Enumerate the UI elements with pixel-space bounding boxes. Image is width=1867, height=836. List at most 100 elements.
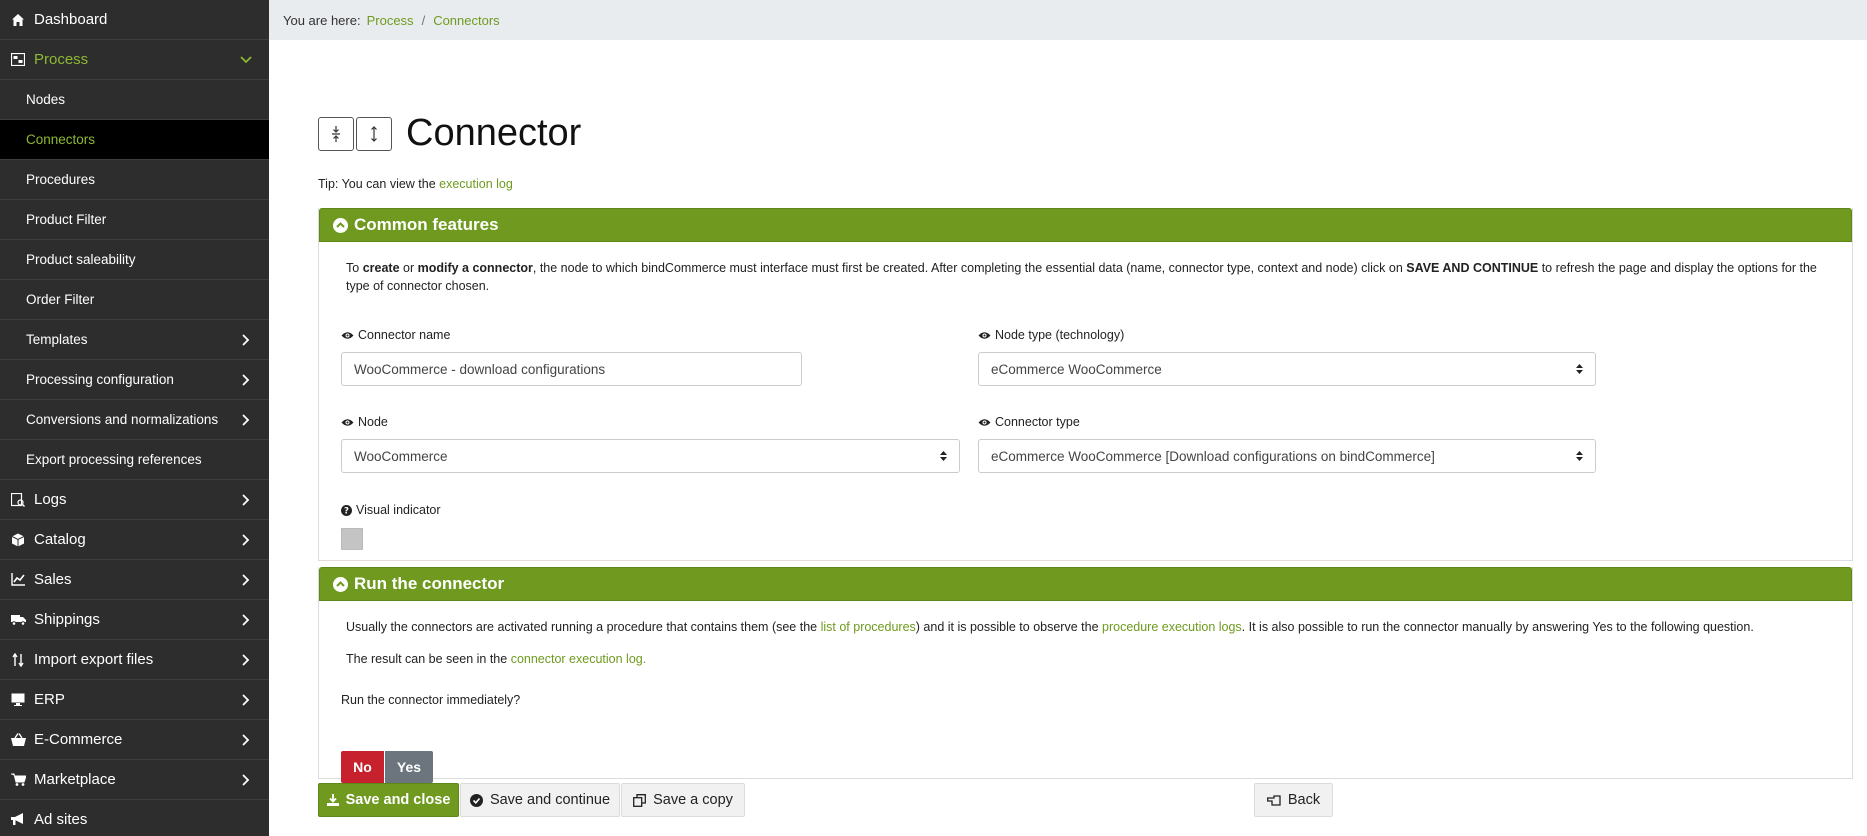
tip-prefix: Tip: You can view the [318, 177, 436, 191]
sidebar-item-product-filter[interactable]: Product Filter [0, 200, 269, 240]
question-circle-icon: ? [341, 504, 352, 516]
sidebar-item-process[interactable]: Process [0, 40, 269, 80]
sidebar-item-logs[interactable]: Logs [0, 480, 269, 520]
sidebar-item-sales[interactable]: Sales [0, 560, 269, 600]
execution-log-link[interactable]: execution log [439, 177, 513, 191]
sidebar-item-templates[interactable]: Templates [0, 320, 269, 360]
sidebar-item-product-saleability[interactable]: Product saleability [0, 240, 269, 280]
home-icon [10, 13, 26, 27]
chevron-right-icon [239, 613, 253, 626]
info-text: . It is also possible to run the connect… [1241, 620, 1754, 634]
info-text: ) and it is possible to observe the [915, 620, 1102, 634]
sidebar-item-connectors[interactable]: Connectors [0, 120, 269, 160]
sidebar-item-dashboard[interactable]: Dashboard [0, 0, 269, 40]
sidebar-item-label: Shippings [34, 611, 100, 628]
visual-indicator-swatch[interactable] [341, 528, 363, 550]
svg-text:?: ? [344, 506, 349, 515]
select-arrows-icon [940, 450, 947, 462]
expand-all-button[interactable] [356, 116, 392, 151]
tip-text: Tip: You can view the execution log [318, 177, 513, 191]
chevron-right-icon [239, 373, 253, 386]
sidebar-item-label: Ad sites [34, 811, 88, 828]
megaphone-icon [10, 813, 26, 826]
connector-execution-log-link[interactable]: connector execution log. [511, 652, 647, 666]
download-icon [326, 794, 339, 806]
chevron-right-icon [239, 773, 253, 786]
collapse-all-button[interactable] [318, 116, 354, 151]
connector-name-input[interactable]: WooCommerce - download configurations [341, 352, 802, 386]
node-select[interactable]: WooCommerce [341, 439, 960, 473]
button-label: Save a copy [653, 792, 733, 808]
breadcrumb-link-process[interactable]: Process [367, 13, 414, 28]
breadcrumb-prefix: You are here: [283, 12, 361, 28]
cart-icon [10, 773, 26, 786]
sidebar-item-label: Product Filter [26, 212, 107, 227]
eye-icon [978, 331, 991, 340]
intro-text: , the node to which bindCommerce must in… [532, 261, 1407, 275]
breadcrumb: You are here: Process / Connectors [269, 0, 1867, 40]
chevron-right-icon [239, 533, 253, 546]
sidebar-item-marketplace[interactable]: Marketplace [0, 760, 269, 800]
panel-heading: Run the connector [354, 574, 505, 593]
common-features-header[interactable]: Common features [319, 208, 1852, 242]
sidebar-item-nodes[interactable]: Nodes [0, 80, 269, 120]
connector-name-label: Connector name [341, 328, 450, 342]
sidebar-item-export-processing-references[interactable]: Export processing references [0, 440, 269, 480]
connector-intro-text: To create or modify a connector, the nod… [346, 259, 1836, 295]
button-label: Back [1287, 792, 1321, 808]
procedure-execution-logs-link[interactable]: procedure execution logs [1102, 620, 1242, 634]
hand-pointing-left-icon [1266, 794, 1281, 806]
label-text: Visual indicator [356, 503, 441, 517]
chart-icon [10, 573, 26, 586]
info-text: Usually the connectors are activated run… [346, 620, 821, 634]
sidebar-item-conversions[interactable]: Conversions and normalizations [0, 400, 269, 440]
run-yes-button[interactable]: Yes [385, 751, 433, 783]
sidebar-item-e-commerce[interactable]: E-Commerce [0, 720, 269, 760]
sidebar-item-shippings[interactable]: Shippings [0, 600, 269, 640]
save-a-copy-button[interactable]: Save a copy [621, 783, 745, 817]
sidebar-item-processing-configuration[interactable]: Processing configuration [0, 360, 269, 400]
sidebar-item-label: Dashboard [34, 11, 108, 28]
save-and-close-button[interactable]: Save and close [318, 783, 459, 817]
sidebar-item-label: Product saleability [26, 252, 136, 267]
run-no-button[interactable]: No [341, 751, 384, 783]
node-type-select[interactable]: eCommerce WooCommerce [978, 352, 1596, 386]
chevron-up-circle-icon [332, 576, 348, 592]
select-value: eCommerce WooCommerce [991, 361, 1162, 377]
chevron-right-icon [239, 733, 253, 746]
intro-bold: create [362, 261, 400, 275]
run-question: Run the connector immediately? [341, 693, 521, 707]
chevron-right-icon [239, 693, 253, 706]
select-value: WooCommerce [354, 448, 448, 464]
sidebar-item-procedures[interactable]: Procedures [0, 160, 269, 200]
sidebar-item-label: Procedures [26, 172, 96, 187]
breadcrumb-link-connectors[interactable]: Connectors [433, 13, 499, 28]
copy-icon [633, 793, 647, 807]
eye-icon [341, 418, 354, 427]
back-button[interactable]: Back [1254, 783, 1333, 817]
sidebar-item-erp[interactable]: ERP [0, 680, 269, 720]
connector-type-label: Connector type [978, 415, 1080, 429]
sidebar-item-label: Templates [26, 332, 88, 347]
intro-text: To [346, 261, 363, 275]
connector-type-select[interactable]: eCommerce WooCommerce [Download configur… [978, 439, 1596, 473]
node-type-label: Node type (technology) [978, 328, 1124, 342]
sidebar-item-label: Logs [34, 491, 67, 508]
button-label: Save and close [345, 792, 451, 808]
sidebar-item-order-filter[interactable]: Order Filter [0, 280, 269, 320]
list-of-procedures-link[interactable]: list of procedures [821, 620, 916, 634]
box-icon [10, 533, 26, 547]
sidebar-item-label: ERP [34, 691, 65, 708]
save-and-continue-button[interactable]: Save and continue [460, 783, 620, 817]
run-connector-header[interactable]: Run the connector [319, 567, 1852, 601]
page-title: Connector [406, 112, 582, 154]
intro-text: or [399, 261, 418, 275]
intro-bold: modify a connector [417, 261, 533, 275]
sidebar-item-catalog[interactable]: Catalog [0, 520, 269, 560]
sidebar-item-ad-sites[interactable]: Ad sites [0, 800, 269, 836]
eye-icon [341, 331, 354, 340]
sidebar-item-import-export-files[interactable]: Import export files [0, 640, 269, 680]
sort-icon [10, 652, 26, 667]
panel-heading: Common features [354, 215, 499, 234]
chevron-right-icon [239, 493, 253, 506]
